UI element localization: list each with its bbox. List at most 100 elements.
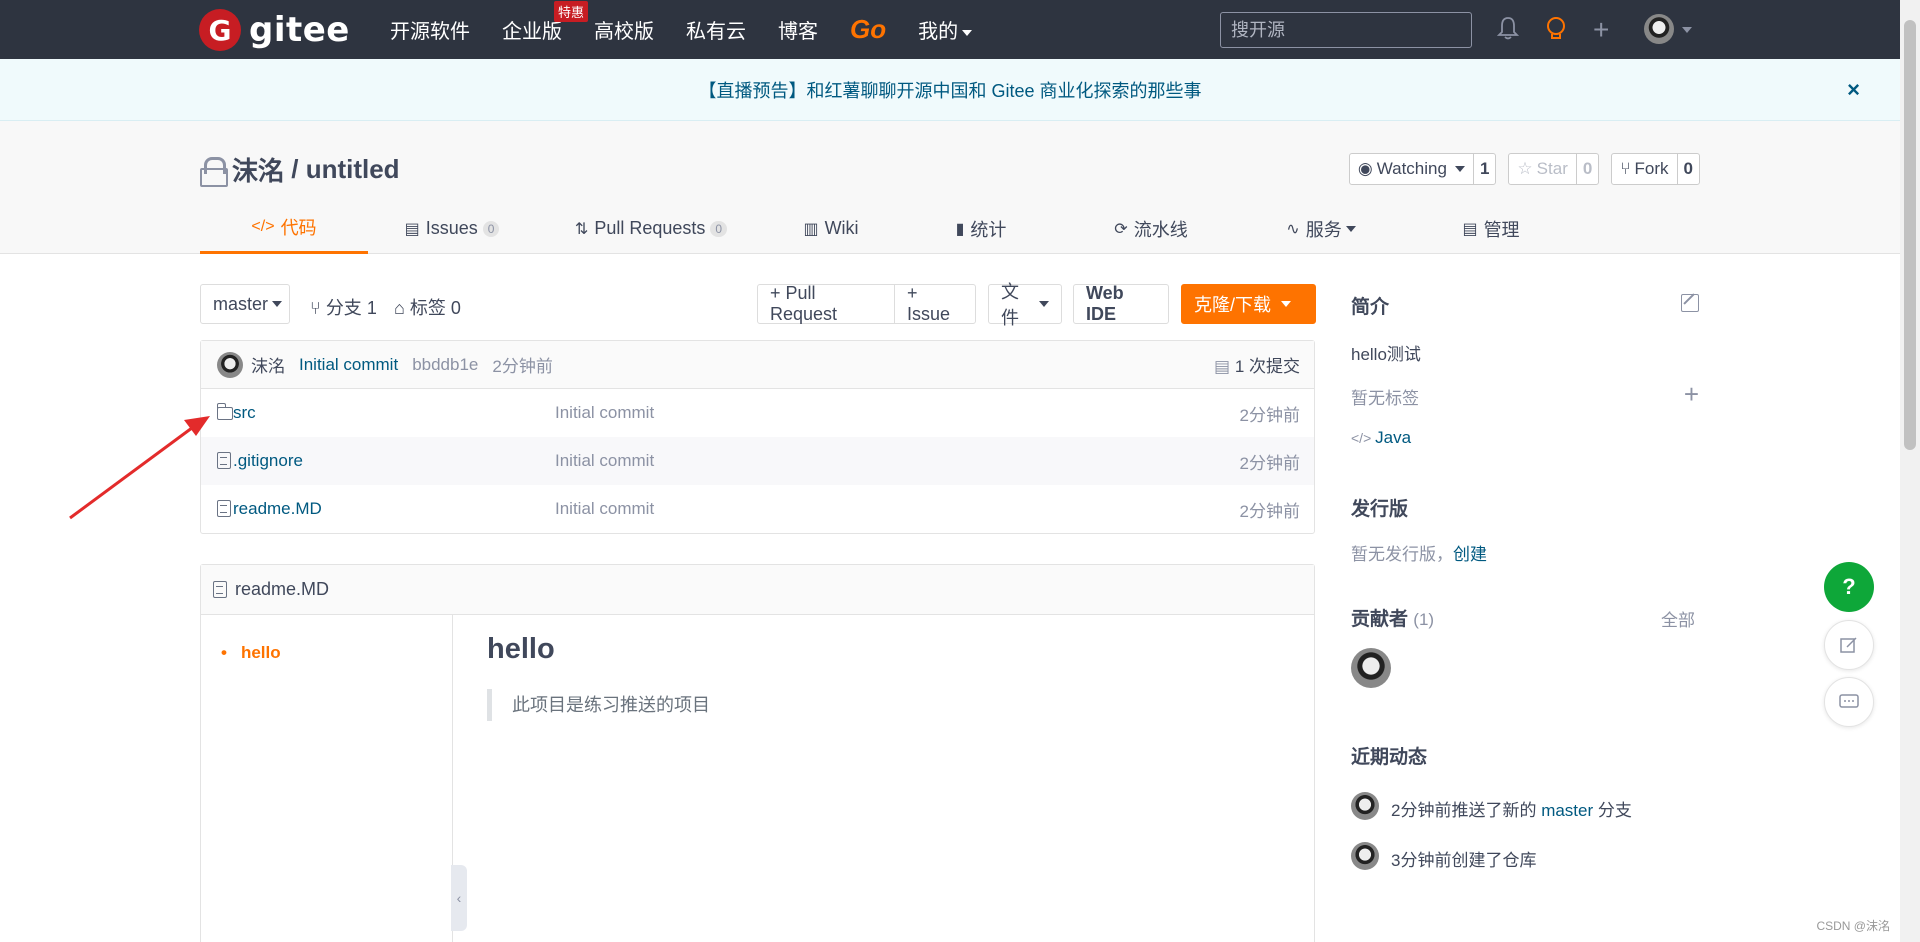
table-row[interactable]: src Initial commit 2分钟前 [201, 389, 1314, 437]
issues-icon: ▤ [404, 220, 420, 238]
clone-download-button[interactable]: 克隆/下载 [1181, 284, 1316, 324]
bell-icon[interactable] [1496, 16, 1520, 47]
all-contributors-link[interactable]: 全部 [1661, 606, 1695, 631]
tab-services[interactable]: ∿ 服务 [1236, 203, 1406, 254]
fork-icon: ⑂ [1620, 159, 1631, 178]
commit-author[interactable]: 沫洺 [251, 352, 285, 377]
commit-count-link[interactable]: ▤ 1 次提交 [1214, 352, 1300, 377]
close-icon[interactable]: × [1847, 77, 1860, 103]
chevron-down-icon [1039, 301, 1049, 307]
watching-button[interactable]: ◉ Watching 1 [1348, 153, 1497, 185]
readme-heading: hello [487, 633, 555, 665]
toc-item-hello[interactable]: hello [221, 643, 281, 663]
tab-stats[interactable]: ▮ 统计 [896, 203, 1066, 254]
file-commit-message[interactable]: Initial commit [555, 403, 654, 423]
language-tag[interactable]: </> Java [1351, 428, 1411, 448]
nav-item-mine-label: 我的 [918, 21, 959, 43]
nav-item-blog[interactable]: 博客 [778, 15, 818, 44]
list-item: 3分钟前创建了仓库 [1391, 846, 1536, 871]
branches-link[interactable]: ⑂ 分支 1 [310, 294, 377, 320]
tab-code[interactable]: </> 代码 [200, 203, 368, 254]
commit-list-icon: ▤ [1214, 357, 1235, 376]
tab-label: Pull Requests [594, 218, 706, 238]
commit-message[interactable]: Initial commit [299, 355, 398, 375]
tab-label: 流水线 [1133, 219, 1188, 240]
star-button[interactable]: ☆ Star 0 [1508, 153, 1600, 185]
branch-link[interactable]: master [1541, 801, 1593, 820]
fork-label: Fork [1634, 159, 1669, 178]
feedback-edit-button[interactable] [1824, 620, 1874, 670]
file-commit-message[interactable]: Initial commit [555, 499, 654, 519]
nav-item-go[interactable]: Go [850, 14, 886, 45]
readme-panel: readme.MD hello ‹ hello 此项目是练习推送的项目 [200, 564, 1315, 942]
star-count[interactable]: 0 [1577, 154, 1598, 184]
commit-sha[interactable]: bbddb1e [412, 355, 478, 375]
file-name[interactable]: src [233, 403, 256, 423]
plus-icon[interactable]: + [1684, 381, 1699, 407]
nav-item-private-cloud[interactable]: 私有云 [686, 15, 746, 44]
repo-actions: ◉ Watching 1 ☆ Star 0 ⑂ Fork 0 [1348, 153, 1700, 185]
tab-wiki[interactable]: ▥ Wiki [766, 203, 896, 254]
nav-item-open-source[interactable]: 开源软件 [390, 15, 470, 44]
avatar[interactable] [1351, 648, 1391, 688]
file-commit-message[interactable]: Initial commit [555, 451, 654, 471]
file-menu-button[interactable]: 文件 [988, 282, 1062, 328]
lightbulb-icon[interactable] [1545, 16, 1567, 49]
search-input[interactable] [1220, 12, 1472, 48]
repo-owner-link[interactable]: 沫洺 [232, 151, 284, 188]
avatar[interactable] [1351, 792, 1379, 820]
nav-item-enterprise[interactable]: 企业版 特惠 [502, 1, 588, 44]
tags-link[interactable]: ⌂ 标签 0 [394, 294, 461, 320]
edit-icon[interactable] [1681, 294, 1699, 312]
tab-pull-requests[interactable]: ⇅ Pull Requests 0 [536, 203, 766, 254]
scrollbar-thumb[interactable] [1904, 20, 1916, 450]
manage-icon: ▤ [1462, 220, 1478, 238]
repo-name-link[interactable]: untitled [306, 154, 400, 185]
branch-select[interactable]: master [200, 284, 290, 324]
readme-header: readme.MD [201, 565, 1314, 615]
user-avatar[interactable] [1644, 14, 1674, 44]
table-row[interactable]: .gitignore Initial commit 2分钟前 [201, 437, 1314, 485]
fork-count[interactable]: 0 [1678, 154, 1699, 184]
nav-item-university[interactable]: 高校版 [594, 15, 654, 44]
tab-issues[interactable]: ▤ Issues 0 [368, 203, 536, 254]
new-issue-button[interactable]: + Issue [894, 283, 976, 324]
web-ide-button[interactable]: Web IDE [1073, 283, 1169, 324]
readme-blockquote: 此项目是练习推送的项目 [487, 689, 710, 721]
commit-time: 2分钟前 [492, 357, 553, 376]
tab-manage[interactable]: ▤ 管理 [1406, 203, 1576, 254]
contributors-title: 贡献者 (1) [1351, 604, 1434, 631]
toc-collapse-toggle[interactable]: ‹ [451, 865, 467, 931]
new-pull-request-button[interactable]: + Pull Request [757, 283, 895, 324]
create-release-link[interactable]: 创建 [1453, 545, 1487, 564]
file-name[interactable]: .gitignore [233, 451, 303, 471]
page-scrollbar[interactable] [1900, 0, 1920, 942]
clone-label: 克隆/下载 [1194, 295, 1272, 315]
avatar[interactable] [1351, 842, 1379, 870]
plus-icon[interactable]: + [1593, 14, 1609, 46]
help-button[interactable]: ? [1824, 562, 1874, 612]
star-label: Star [1536, 159, 1568, 178]
chat-button[interactable] [1824, 677, 1874, 727]
file-name[interactable]: readme.MD [233, 499, 322, 519]
repo-header: 沫洺 / untitled ◉ Watching 1 ☆ Star 0 ⑂ Fork … [0, 121, 1900, 254]
repo-tabs: </> 代码 ▤ Issues 0 ⇅ Pull Requests 0 ▥ Wiki ▮ 统计… [200, 203, 1576, 254]
tab-label: 管理 [1483, 219, 1520, 240]
fork-button[interactable]: ⑂ Fork 0 [1611, 153, 1700, 185]
announcement-link[interactable]: 【直播预告】和红薯聊聊开源中国和 Gitee 商业化探索的那些事 [698, 77, 1201, 103]
chevron-down-icon[interactable] [1682, 27, 1692, 33]
tab-label: Issues [425, 218, 478, 238]
intro-title: 简介 [1351, 297, 1390, 318]
nav-item-mine[interactable]: 我的 [918, 15, 973, 44]
watermark: CSDN @沫洺 [1816, 919, 1890, 933]
chevron-down-icon [1345, 225, 1356, 232]
tab-pipeline[interactable]: ⟳ 流水线 [1066, 203, 1236, 254]
avatar[interactable] [217, 351, 243, 378]
readme-filename: readme.MD [235, 579, 330, 599]
tab-label: 服务 [1305, 219, 1342, 240]
commit-count: 1 次提交 [1234, 357, 1300, 376]
gitee-logo-icon: G [199, 9, 241, 51]
watching-count[interactable]: 1 [1474, 154, 1495, 184]
table-row[interactable]: readme.MD Initial commit 2分钟前 [201, 485, 1314, 533]
gitee-logo[interactable]: G gitee [199, 9, 350, 51]
